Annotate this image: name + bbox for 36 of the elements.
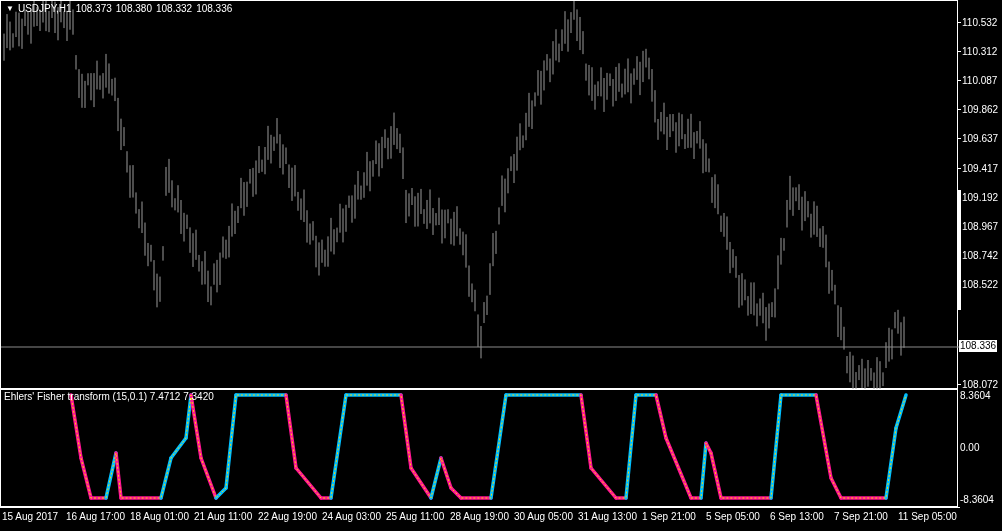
ohlc-value: 108.336 <box>196 4 233 14</box>
dropdown-icon[interactable]: ▼ <box>6 5 14 13</box>
symbol-label: USDJPY,H1 <box>17 4 72 14</box>
price-tick-label: 108.072 <box>961 377 999 391</box>
price-tick-label: 108.522 <box>961 278 999 293</box>
time-tick-label: 1 Sep 21:00 <box>642 512 697 524</box>
ohlc-value: 108.380 <box>115 4 152 14</box>
indicator-tick-label: 8.3604 <box>959 390 992 402</box>
price-tick-label: 109.637 <box>961 132 999 147</box>
time-tick-label: 16 Aug 17:00 <box>66 512 126 524</box>
time-tick-label: 11 Sep 05:00 <box>898 512 958 524</box>
time-tick-label: 5 Sep 05:00 <box>706 512 761 524</box>
price-tick-label: 109.862 <box>961 103 999 118</box>
indicator-tick-label: -8.3604 <box>959 494 995 506</box>
price-tick-label: 109.417 <box>961 161 999 176</box>
price-tick-label: 110.312 <box>961 44 998 59</box>
time-tick-label: 15 Aug 2017 <box>2 512 60 524</box>
time-tick-label: 7 Sep 21:00 <box>834 512 889 524</box>
time-tick-label: 25 Aug 11:00 <box>386 512 446 524</box>
price-tick-label: 109.192 <box>961 190 999 205</box>
time-tick-label: 22 Aug 19:00 <box>258 512 318 524</box>
time-tick-label: 31 Aug 13:00 <box>578 512 638 524</box>
time-tick-label: 30 Aug 05:00 <box>514 512 574 524</box>
current-price-label: 108.336 <box>959 340 998 352</box>
price-tick-label: 110.087 <box>961 73 998 88</box>
ohlc-value: 108.373 <box>75 4 112 14</box>
price-tick-label: 108.967 <box>961 220 999 235</box>
time-tick-label: 18 Aug 01:00 <box>130 512 190 524</box>
time-tick-label: 6 Sep 13:00 <box>770 512 825 524</box>
indicator-tick-label: 0.00 <box>959 442 981 454</box>
price-tick-label: 110.532 <box>961 15 998 30</box>
price-tick-label: 108.742 <box>961 249 999 264</box>
time-tick-label: 28 Aug 19:00 <box>450 512 510 524</box>
time-tick-label: 24 Aug 03:00 <box>322 512 382 524</box>
time-tick-label: 21 Aug 11:00 <box>194 512 254 524</box>
ohlc-value: 108.332 <box>155 4 193 14</box>
